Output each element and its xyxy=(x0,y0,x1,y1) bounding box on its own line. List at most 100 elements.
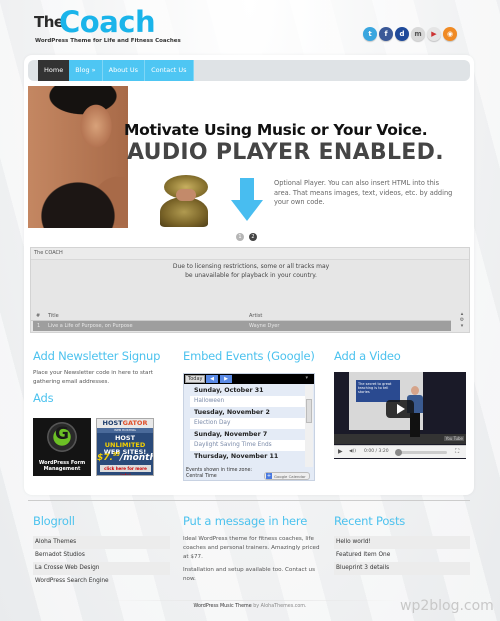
ad-click: click here for more info! xyxy=(100,465,151,475)
youtube-icon[interactable]: ▶ xyxy=(427,27,441,41)
video-progress-knob[interactable] xyxy=(395,449,402,456)
banner-headline: Motivate Using Music or Your Voice. xyxy=(124,121,428,139)
recent-posts-list: Hello world! Featured Item One Blueprint… xyxy=(334,536,470,575)
recent-posts-widget: Recent Posts Hello world! Featured Item … xyxy=(334,514,470,575)
prev-icon[interactable]: ◀ xyxy=(206,375,218,383)
event-day: Sunday, October 31 xyxy=(190,385,307,396)
hero-banner: Motivate Using Music or Your Voice. AUDI… xyxy=(28,86,470,230)
playlist-header: # Title Artist xyxy=(31,311,451,321)
play-icon[interactable] xyxy=(386,400,414,418)
playlist-row[interactable]: 1 Live a Life of Purpose, on Purpose Way… xyxy=(33,321,451,331)
event-day: Thursday, November 11 xyxy=(190,451,307,462)
track-num: 1 xyxy=(37,323,41,329)
dumbbell-image xyxy=(158,175,213,227)
nav-item-blog[interactable]: Blog » xyxy=(69,60,103,81)
google-calendar-button[interactable]: Google Calendar xyxy=(264,472,310,480)
ad-price-c: /month xyxy=(119,453,154,463)
footer-by[interactable]: by AlohaThemes.com. xyxy=(252,604,306,609)
main-nav: Home Blog » About Us Contact Us xyxy=(38,60,194,81)
play-button-icon[interactable]: ▶ xyxy=(338,448,343,455)
message-widget: Put a message in here Ideal WordPress th… xyxy=(183,514,323,584)
events-title: Embed Events (Google) xyxy=(183,349,315,363)
social-icons: t f d m ▶ ◉ xyxy=(363,27,457,41)
col-num[interactable]: # xyxy=(36,313,40,319)
message-text-2: Installation and setup available too. Co… xyxy=(183,567,316,582)
col-artist[interactable]: Artist xyxy=(249,313,262,319)
recent-post-link[interactable]: Hello world! xyxy=(334,536,470,549)
watermark: wp2blog.com xyxy=(400,598,494,614)
col-title[interactable]: Title xyxy=(48,313,59,319)
blogroll-link[interactable]: Aloha Themes xyxy=(33,536,170,549)
blogroll-widget: Blogroll Aloha Themes Bernadot Studios L… xyxy=(33,514,170,588)
dumbbell-plate xyxy=(160,197,208,227)
blogroll-link[interactable]: La Crosse Web Design xyxy=(33,562,170,575)
audio-player: The COACH Due to licensing restrictions,… xyxy=(30,247,470,333)
fullscreen-icon[interactable]: ⛶ xyxy=(455,448,459,456)
track-title: Live a Life of Purpose, on Purpose xyxy=(48,323,133,329)
player-notice: Due to licensing restrictions, some or a… xyxy=(172,263,330,279)
youtube-badge: You Tube xyxy=(444,436,464,441)
hand xyxy=(176,189,196,201)
arrow-down-icon xyxy=(231,178,263,222)
hostgator-ad[interactable]: HOSTGATOR WEB HOSTING HOST UNLIMITED WEB … xyxy=(96,418,154,476)
newsletter-text: Place your Newsletter code in here to st… xyxy=(33,370,153,385)
banner-body-text: Optional Player. You can also insert HTM… xyxy=(274,179,453,206)
ad-host: HOST xyxy=(102,419,123,427)
nav-item-contact-us[interactable]: Contact Us xyxy=(145,60,194,81)
event-item[interactable]: Daylight Saving Time Ends xyxy=(190,440,307,451)
newsletter-widget: Add Newsletter Signup Place your Newslet… xyxy=(33,349,173,405)
volume-icon[interactable]: ◀)) xyxy=(349,449,356,454)
video-progress-track[interactable] xyxy=(397,451,447,454)
gravity-caption: WordPress Form Management xyxy=(38,460,86,472)
gravity-forms-ad[interactable]: G WordPress Form Management xyxy=(33,418,91,476)
events-widget: Embed Events (Google) xyxy=(183,349,315,363)
nav-item-about-us[interactable]: About Us xyxy=(102,60,146,81)
slide-dot-1[interactable]: 1 xyxy=(236,233,244,241)
today-button[interactable]: Today xyxy=(185,375,206,383)
event-item[interactable]: Halloween xyxy=(190,396,307,407)
ad-gator: GATOR xyxy=(122,419,148,427)
myspace-icon[interactable]: m xyxy=(411,27,425,41)
blogroll-link[interactable]: WordPress Search Engine xyxy=(33,575,170,588)
footer-divider xyxy=(100,600,400,601)
timezone-note: Events shown in time zone: Central Time xyxy=(186,468,252,480)
playlist-scrollbar[interactable]: ▴ ⚙ ▾ xyxy=(457,311,467,332)
footer-theme[interactable]: WordPress Music Theme xyxy=(193,604,251,609)
video-controls: ▶ ◀)) 0:00 / 3:20 ⛶ xyxy=(334,445,466,458)
calendar-toolbar: Today ◀ ▶ ▾ xyxy=(184,374,314,384)
player-titlebar xyxy=(31,248,469,260)
site-tagline: WordPress Theme for Life and Fitness Coa… xyxy=(35,38,181,44)
nav-item-home[interactable]: Home xyxy=(38,60,70,81)
newsletter-title: Add Newsletter Signup xyxy=(33,349,161,363)
recent-post-link[interactable]: Blueprint 3 details xyxy=(334,562,470,575)
logo-coach: Coach xyxy=(59,5,156,39)
delicious-icon[interactable]: d xyxy=(395,27,409,41)
next-icon[interactable]: ▶ xyxy=(220,375,232,383)
message-title: Put a message in here xyxy=(183,514,308,528)
event-day: Sunday, November 7 xyxy=(190,429,307,440)
twitter-icon[interactable]: t xyxy=(363,27,377,41)
ads-title: Ads xyxy=(33,391,54,405)
google-calendar: Today ◀ ▶ ▾ Sunday, October 31 Halloween… xyxy=(183,373,315,481)
video-slide: The secret to great teaching is to tell … xyxy=(356,380,400,402)
event-item[interactable]: Election Day xyxy=(190,418,307,429)
recent-post-link[interactable]: Featured Item One xyxy=(334,549,470,562)
rss-icon[interactable]: ◉ xyxy=(443,27,457,41)
ad-sub: WEB HOSTING xyxy=(97,428,153,433)
blogroll-list: Aloha Themes Bernadot Studios La Crosse … xyxy=(33,536,170,588)
event-list: Sunday, October 31 Halloween Tuesday, No… xyxy=(190,385,307,462)
blogroll-link[interactable]: Bernadot Studios xyxy=(33,549,170,562)
video-widget: Add a Video xyxy=(334,349,401,363)
calendar-scrollbar[interactable] xyxy=(305,385,313,467)
video-title: Add a Video xyxy=(334,349,401,363)
facebook-icon[interactable]: f xyxy=(379,27,393,41)
banner-subheadline: AUDIO PLAYER ENABLED. xyxy=(127,140,444,165)
dropdown-icon[interactable]: ▾ xyxy=(305,375,308,381)
event-day: Tuesday, November 2 xyxy=(190,407,307,418)
gravity-letter: G xyxy=(55,424,69,444)
message-text-1: Ideal WordPress theme for fitness coache… xyxy=(183,536,320,560)
slide-dot-2[interactable]: 2 xyxy=(249,233,257,241)
recent-posts-title: Recent Posts xyxy=(334,514,406,528)
timezone-label: Events shown in time zone: xyxy=(186,468,253,473)
ad-price-b: 95 xyxy=(112,452,120,458)
